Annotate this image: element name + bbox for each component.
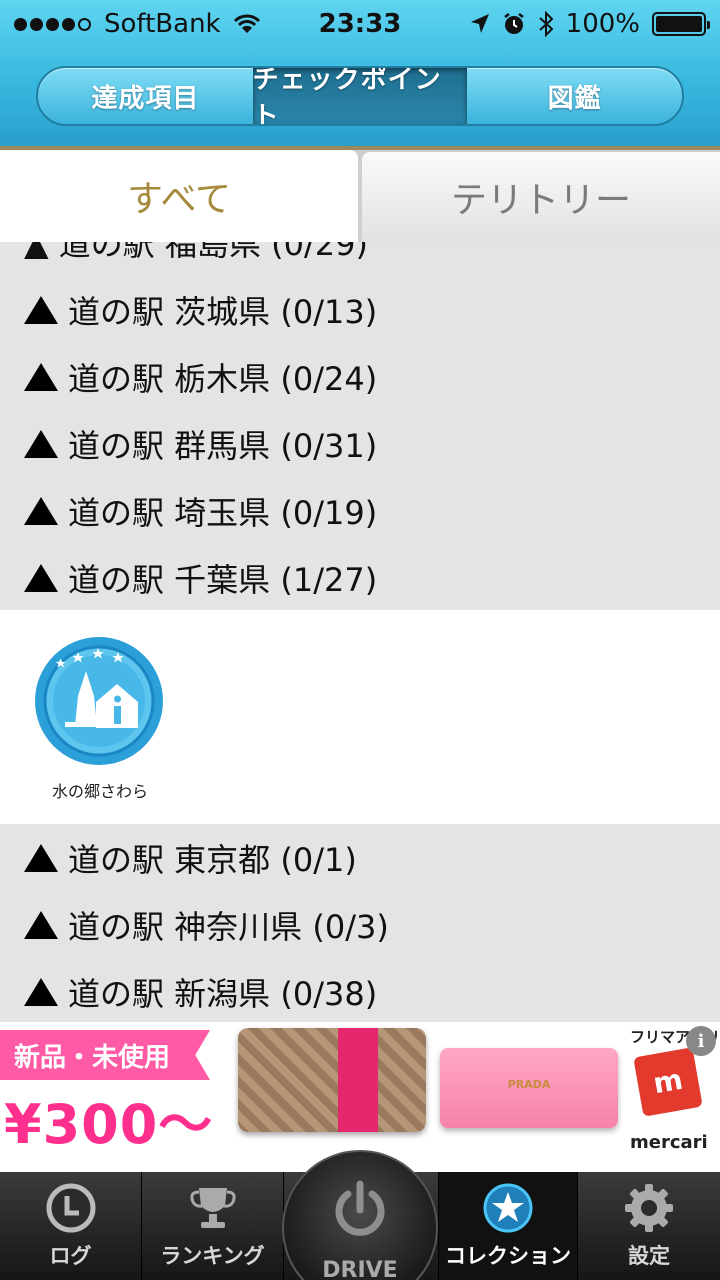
list-row-label: 道の駅 千葉県 (1/27) (68, 560, 378, 599)
tab-collection-label: コレクション (445, 1244, 571, 1268)
list-row-label: 道の駅 神奈川県 (0/3) (68, 907, 389, 946)
badge-label: 水の郷さわら (51, 782, 148, 801)
badge-grid: 水の郷さわら (0, 610, 720, 824)
power-icon (335, 1180, 385, 1236)
tab-all[interactable]: すべて (0, 150, 358, 242)
collapse-triangle-icon (24, 295, 58, 324)
bluetooth-icon (538, 11, 554, 37)
tab-collection[interactable]: コレクション (438, 1172, 578, 1280)
ad-ribbon-label: 新品・未使用 (0, 1030, 210, 1080)
battery-percent: 100% (565, 9, 640, 39)
collapse-triangle-icon (24, 496, 58, 525)
list-row-label: ▲ 道の駅 福島県 (0/29) (24, 242, 368, 263)
list-row-label: 道の駅 栃木県 (0/24) (68, 359, 378, 398)
list-row-label: 道の駅 茨城県 (0/13) (68, 292, 378, 331)
collapse-triangle-icon (24, 910, 58, 939)
tab-territory[interactable]: テリトリー (362, 152, 720, 242)
segment-checkpoints[interactable]: チェックポイント (252, 68, 468, 124)
checkpoint-list[interactable]: ▲ 道の駅 福島県 (0/29) 道の駅 茨城県 (0/13) 道の駅 栃木県 … (0, 242, 720, 1022)
tab-settings-label: 設定 (628, 1244, 670, 1268)
list-row[interactable]: 道の駅 千葉県 (1/27) (0, 544, 720, 611)
star-collection-icon (483, 1183, 533, 1233)
drive-label: DRIVE (322, 1258, 398, 1280)
collapse-triangle-icon (24, 843, 58, 872)
tab-settings[interactable]: 設定 (578, 1172, 720, 1280)
segment-encyclopedia[interactable]: 図鑑 (467, 68, 682, 124)
collapse-triangle-icon (24, 429, 58, 458)
trophy-icon (189, 1188, 236, 1228)
list-row[interactable]: 道の駅 神奈川県 (0/3) (0, 891, 720, 958)
tab-ranking-label: ランキング (160, 1244, 265, 1268)
list-row[interactable]: 道の駅 東京都 (0/1) (0, 824, 720, 891)
segment-achievements[interactable]: 達成項目 (38, 68, 253, 124)
log-clock-icon (46, 1183, 95, 1233)
wallet-brand-text: PRADA (507, 1078, 551, 1091)
list-row[interactable]: 道の駅 埼玉県 (0/19) (0, 477, 720, 544)
alarm-icon (503, 13, 524, 34)
list-row[interactable]: 道の駅 茨城県 (0/13) (0, 276, 720, 343)
list-row-label: 道の駅 東京都 (0/1) (68, 840, 357, 879)
pink-wallet-image: PRADA (440, 1048, 618, 1128)
collapse-triangle-icon (24, 362, 58, 391)
tab-log[interactable]: ログ (0, 1172, 142, 1280)
header: SoftBank 23:33 100% 達成項目 チェックポイント 図鑑 (0, 0, 720, 150)
wallet-image (238, 1028, 426, 1132)
tab-ranking[interactable]: ランキング (142, 1172, 284, 1280)
tab-log-label: ログ (49, 1244, 92, 1268)
location-arrow-icon (470, 14, 489, 33)
wifi-icon (233, 14, 260, 33)
mercari-wordmark: mercari (630, 1132, 708, 1153)
list-row-fukushima[interactable]: ▲ 道の駅 福島県 (0/29) (0, 242, 720, 275)
roadside-station-badge-icon[interactable] (34, 636, 164, 766)
ad-price: ¥300〜 (4, 1093, 214, 1156)
section-segmented-control: 達成項目 チェックポイント 図鑑 (36, 66, 684, 126)
list-row[interactable]: 道の駅 栃木県 (0/24) (0, 343, 720, 410)
ad-info-icon[interactable]: i (686, 1026, 716, 1056)
status-bar: SoftBank 23:33 100% (0, 0, 720, 50)
list-row[interactable]: 道の駅 新潟県 (0/38) (0, 958, 720, 1022)
battery-icon (652, 12, 710, 36)
sub-tabs: すべて テリトリー (0, 150, 720, 242)
signal-strength-icon (14, 17, 94, 31)
list-row[interactable]: 道の駅 群馬県 (0/31) (0, 410, 720, 477)
mercari-logo-icon: m (633, 1047, 703, 1117)
carrier-label: SoftBank (104, 9, 221, 39)
gear-icon (625, 1184, 673, 1232)
list-row-label: 道の駅 埼玉県 (0/19) (68, 493, 378, 532)
collapse-triangle-icon (24, 563, 58, 592)
list-row-label: 道の駅 群馬県 (0/31) (68, 426, 378, 465)
collapse-triangle-icon (24, 977, 58, 1006)
list-row-label: 道の駅 新潟県 (0/38) (68, 974, 378, 1013)
